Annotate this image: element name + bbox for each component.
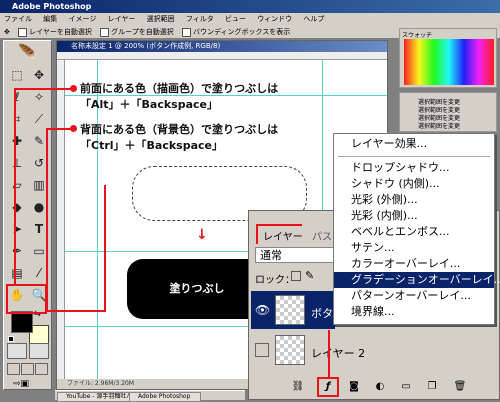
new-layer-icon[interactable]: ❐ xyxy=(424,379,440,395)
menu-item-inner-shadow[interactable]: シャドウ (内側)... xyxy=(334,176,494,192)
quickmask-mode-button[interactable] xyxy=(29,343,49,359)
history-row[interactable]: 選択範囲を変更 xyxy=(418,121,460,130)
imageready-jump-icon[interactable]: ⇨▣ xyxy=(13,379,39,389)
auto-select-label: レイヤーを自動選択 xyxy=(29,28,92,36)
layer-style-icon[interactable]: ƒ xyxy=(320,379,336,395)
fg-fill-keys: 「Alt」＋「Backspace」 xyxy=(80,98,219,111)
color-swatch-highlight xyxy=(6,284,47,314)
bg-fill-keys: 「Ctrl」＋「Backspace」 xyxy=(80,139,223,152)
menu-item-outer-glow[interactable]: 光彩 (外側)... xyxy=(334,192,494,208)
visibility-toggle[interactable] xyxy=(255,343,269,357)
menu-item-blending-options[interactable]: レイヤー効果... xyxy=(334,136,494,152)
taskbar-item[interactable]: YouTube - 源手羽麺吐八 xyxy=(57,392,135,402)
menu-select[interactable]: 選択範囲 xyxy=(147,15,175,23)
feather-logo-icon: 🪶 xyxy=(18,43,38,62)
foreground-color-swatch[interactable] xyxy=(11,311,33,333)
move-tool-icon[interactable]: ✥ xyxy=(29,65,49,85)
lock-label: ロック： xyxy=(255,275,295,286)
blend-mode-select[interactable]: 通常 xyxy=(255,247,335,263)
menu-edit[interactable]: 編集 xyxy=(43,15,57,23)
annotation-line-bg-bottom xyxy=(46,310,106,312)
lock-transparency-checkbox[interactable] xyxy=(291,271,301,281)
layer-name[interactable]: ボタン xyxy=(311,305,333,321)
fg-fill-title: 前面にある色（描画色）で塗りつぶしは xyxy=(80,82,279,95)
annotation-line-bg-h xyxy=(46,128,72,130)
auto-select-group-checkbox[interactable] xyxy=(100,27,110,37)
annotation-line-fg xyxy=(14,88,16,284)
layer-style-menu: レイヤー効果... ドロップシャドウ... シャドウ (内側)... 光彩 (外… xyxy=(333,133,500,325)
toolbox: 🪶 ⬚ ✥ ℓ ✧ ⌗ ⟋ ✚ ✎ ⊥ ↺ ▱ ▥ ◆ ● ➤ T ✒ ▭ ▤ … xyxy=(3,40,52,390)
taskbar-item[interactable]: Adobe Photoshop xyxy=(129,392,201,402)
adjustment-layer-icon[interactable]: ◐ xyxy=(372,379,388,395)
vertical-ruler xyxy=(57,60,65,380)
default-colors-icon[interactable] xyxy=(8,336,14,342)
bounding-box-checkbox[interactable] xyxy=(181,27,191,37)
bullet-dot xyxy=(70,85,77,92)
bg-fill-title: 背面にある色（背景色）で塗りつぶしは xyxy=(80,123,279,136)
lock-paint-icon[interactable]: ✎ xyxy=(305,269,314,282)
tab-swatches[interactable]: スウォッチ xyxy=(402,30,432,39)
document-title: 名称未設定 1 @ 200% (ボタン作成例, RGB/8) xyxy=(57,41,387,52)
lasso-tool-icon[interactable]: ℓ xyxy=(7,87,27,107)
marquee-tool-icon[interactable]: ⬚ xyxy=(7,65,27,85)
annotation-line-style xyxy=(328,330,330,377)
stamp-tool-icon[interactable]: ⊥ xyxy=(7,153,27,173)
menu-item-stroke[interactable]: 境界線... xyxy=(334,304,494,320)
menu-filter[interactable]: フィルタ xyxy=(186,15,214,23)
slice-tool-icon[interactable]: ⟋ xyxy=(29,109,49,129)
menu-item-bevel-emboss[interactable]: ベベルとエンボス... xyxy=(334,224,494,240)
screen-mode-2-button[interactable] xyxy=(21,363,34,375)
visibility-eye-icon[interactable]: 👁 xyxy=(255,303,270,317)
menu-separator xyxy=(338,156,490,157)
swatch-grid[interactable] xyxy=(404,39,494,85)
menu-layer[interactable]: レイヤー xyxy=(108,15,136,23)
menu-item-drop-shadow[interactable]: ドロップシャドウ... xyxy=(334,160,494,176)
screen-mode-1-button[interactable] xyxy=(7,363,20,375)
menu-help[interactable]: ヘルプ xyxy=(303,15,324,23)
eraser-tool-icon[interactable]: ▱ xyxy=(7,175,27,195)
healing-brush-icon[interactable]: ✚ xyxy=(7,131,27,151)
delete-layer-icon[interactable]: 🗑 xyxy=(452,379,468,395)
link-layers-icon[interactable]: ⛓ xyxy=(290,379,306,395)
screen-mode-3-button[interactable] xyxy=(35,363,48,375)
menu-view[interactable]: ビュー xyxy=(225,15,246,23)
menu-bar: ファイル 編集 イメージ レイヤー 選択範囲 フィルタ ビュー ウィンドウ ヘル… xyxy=(0,13,500,25)
horizontal-ruler xyxy=(57,52,387,60)
menu-item-pattern-overlay[interactable]: パターンオーバーレイ... xyxy=(334,288,494,304)
menu-item-satin[interactable]: サテン... xyxy=(334,240,494,256)
standard-mode-button[interactable] xyxy=(7,343,27,359)
menu-file[interactable]: ファイル xyxy=(4,15,32,23)
menu-item-color-overlay[interactable]: カラーオーバーレイ... xyxy=(334,256,494,272)
annotation-line-fg-h xyxy=(14,88,72,90)
menu-window[interactable]: ウィンドウ xyxy=(257,15,292,23)
pen-tool-icon[interactable]: ✒ xyxy=(7,241,27,261)
tab-layers[interactable]: レイヤー xyxy=(258,226,308,245)
layer-mask-icon[interactable]: ◙ xyxy=(346,379,362,395)
move-tool-icon: ✥ xyxy=(4,28,10,36)
auto-select-checkbox[interactable] xyxy=(18,27,28,37)
crop-tool-icon[interactable]: ⌗ xyxy=(7,109,27,129)
taskbar: YouTube - 源手羽麺吐八 Adobe Photoshop xyxy=(55,390,245,402)
auto-select-group-label: グループを自動選択 xyxy=(111,28,174,36)
notes-tool-icon[interactable]: ▤ xyxy=(7,263,27,283)
bounding-box-label: バウンディングボックスを表示 xyxy=(192,28,291,36)
down-arrow: ↓ xyxy=(196,227,208,243)
menu-image[interactable]: イメージ xyxy=(68,15,96,23)
bullet-dot xyxy=(70,125,77,132)
annotation-line-bg xyxy=(46,128,48,311)
app-title-bar: Adobe Photoshop xyxy=(0,0,500,13)
annotation-line-bg-v2 xyxy=(104,185,106,312)
magic-wand-icon[interactable]: ✧ xyxy=(29,87,49,107)
layer-thumbnail xyxy=(275,295,305,325)
layer-name[interactable]: レイヤー 2 xyxy=(311,345,365,361)
layer-thumbnail xyxy=(275,335,305,365)
button-label: 塗りつぶし xyxy=(169,282,225,295)
menu-item-inner-glow[interactable]: 光彩 (内側)... xyxy=(334,208,494,224)
path-select-icon[interactable]: ➤ xyxy=(7,219,27,239)
history-panel: 選択範囲を変更 選択範囲を変更 選択範囲を変更 選択範囲を変更 xyxy=(399,92,497,132)
blur-tool-icon[interactable]: ◆ xyxy=(7,197,27,217)
swatches-panel: スウォッチ xyxy=(399,28,497,88)
menu-item-gradient-overlay[interactable]: グラデーションオーバーレイ... xyxy=(334,272,500,288)
new-group-icon[interactable]: ▭ xyxy=(398,379,414,395)
